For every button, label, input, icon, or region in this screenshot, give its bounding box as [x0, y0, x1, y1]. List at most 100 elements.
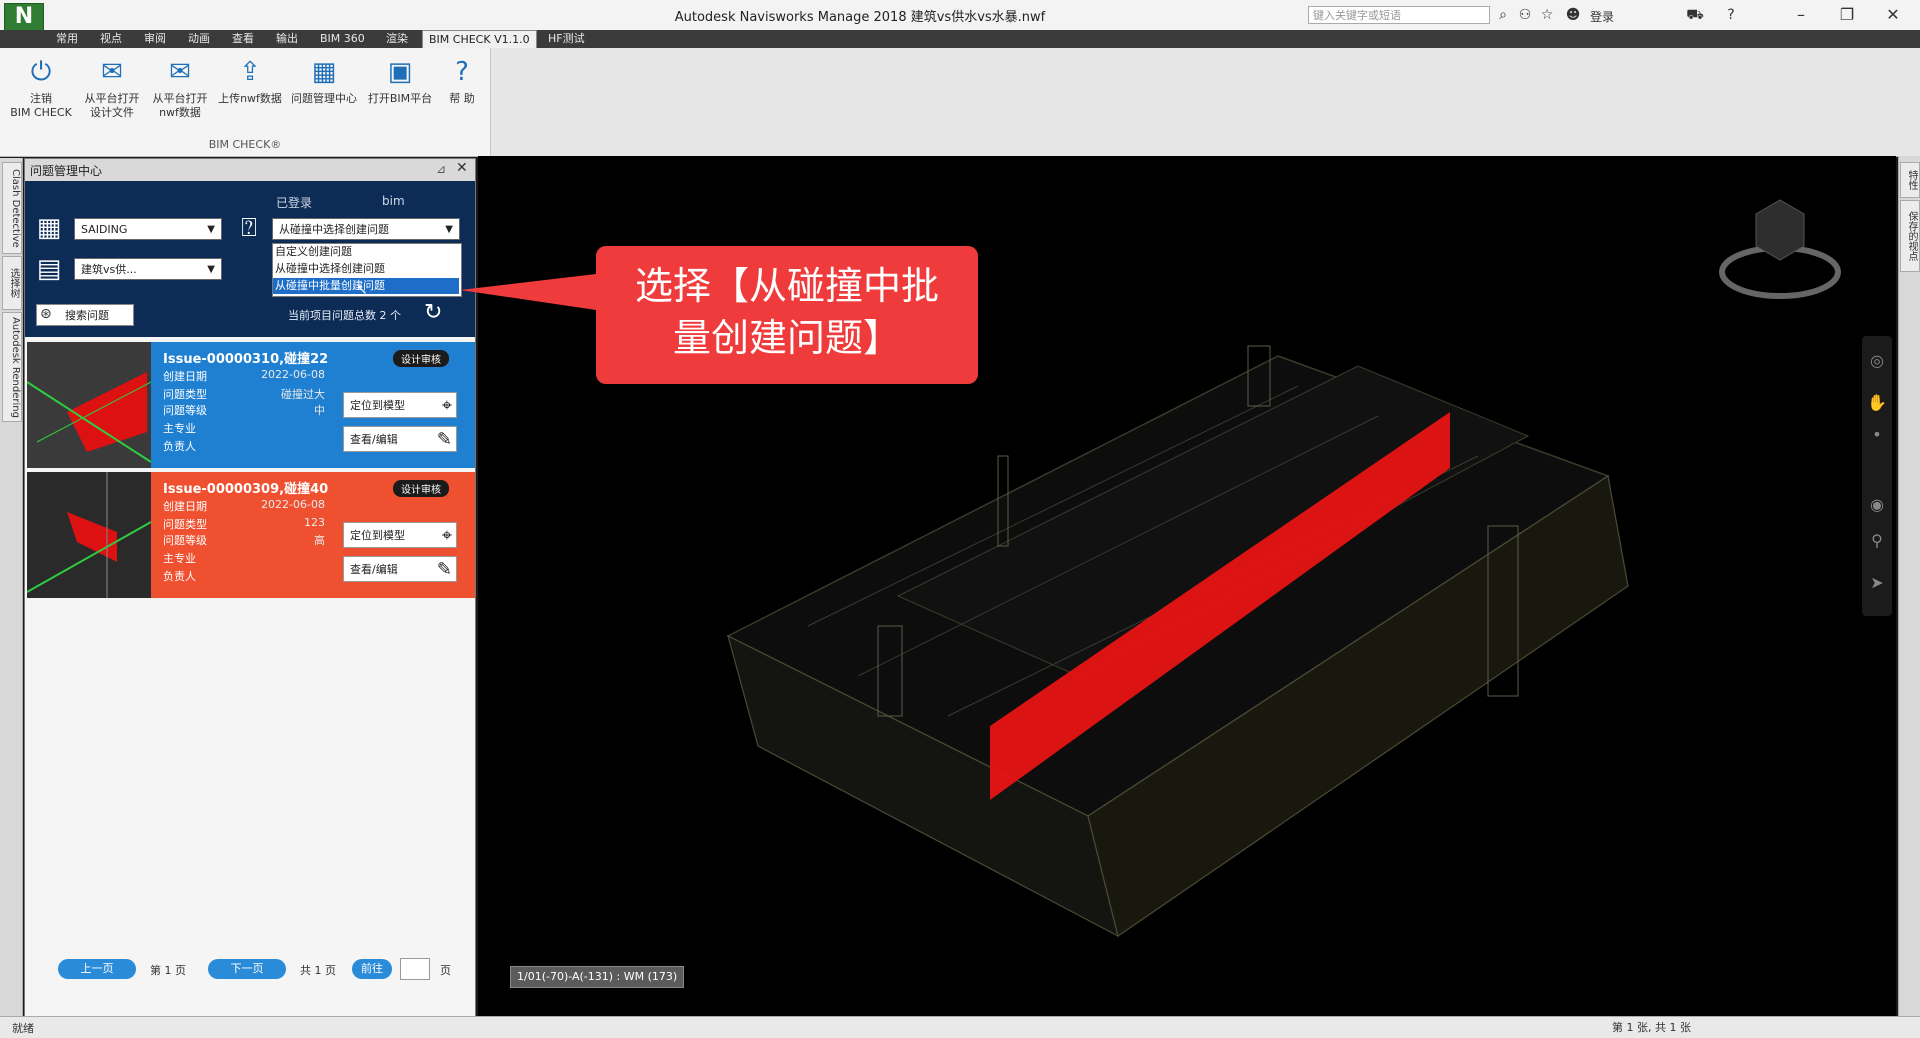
cart-icon[interactable]: ⛟	[1686, 6, 1704, 24]
open-nwf-icon: ✉	[169, 57, 191, 87]
locate-to-model-button[interactable]: 定位到模型 ⌖	[343, 392, 457, 418]
help-button[interactable]: ? 帮 助	[440, 52, 484, 132]
upload-nwf-button[interactable]: ⇪ 上传nwf数据	[214, 52, 286, 132]
issue-card[interactable]: Issue-00000310,碰撞22 设计审核 创建日期 2022-06-08…	[27, 342, 475, 468]
chevron-down-icon: ▼	[207, 224, 215, 235]
issue-thumbnail-graphic	[27, 472, 151, 598]
next-page-button[interactable]: 下一页	[208, 959, 286, 979]
prev-page-button[interactable]: 上一页	[58, 959, 136, 979]
locate-to-model-button[interactable]: 定位到模型 ⌖	[343, 522, 457, 548]
button-label: 从平台打开	[84, 92, 140, 105]
tab-autodesk-rendering[interactable]: Autodesk Rendering	[2, 312, 22, 422]
tab-viewpoint[interactable]: 视点	[94, 30, 128, 48]
refresh-icon[interactable]: ↻	[424, 300, 442, 325]
button-label: 从平台打开	[152, 92, 208, 105]
upload-nwf-icon: ⇪	[239, 57, 261, 87]
steering-wheel-icon[interactable]: ◎	[1866, 350, 1888, 372]
help-icon[interactable]: ?	[1722, 6, 1740, 24]
field-value: 2022-06-08	[261, 498, 325, 511]
search-input[interactable]: 键入关键字或短语	[1308, 6, 1490, 24]
search-icon: ⊛	[40, 306, 52, 322]
field-label: 问题类型	[163, 388, 207, 401]
ribbon-group-label: BIM CHECK®	[208, 138, 282, 151]
tab-bim360[interactable]: BIM 360	[314, 30, 371, 48]
binoculars-icon[interactable]: ⌕	[1494, 6, 1512, 24]
issue-center-button[interactable]: ▦ 问题管理中心	[286, 52, 362, 132]
close-button[interactable]: ✕	[1870, 0, 1916, 30]
button-label: 查看/编辑	[350, 433, 398, 446]
field-value: 2022-06-08	[261, 368, 325, 381]
issue-center-icon: ▦	[311, 57, 337, 87]
tab-saved-viewpoints[interactable]: 保存的视点	[1900, 200, 1920, 272]
user-icon[interactable]: ☻	[1564, 6, 1582, 24]
issue-total-count: 当前项目问题总数 2 个	[288, 309, 401, 322]
tab-common[interactable]: 常用	[50, 30, 84, 48]
button-label: 帮 助	[449, 92, 475, 105]
orbit-icon[interactable]: ◉	[1866, 494, 1888, 516]
dropdown-option-from-clash-select[interactable]: 从碰撞中选择创建问题	[273, 261, 459, 277]
sign-in-link[interactable]: 登录	[1590, 8, 1614, 25]
open-design-file-button[interactable]: ✉ 从平台打开 设计文件	[78, 52, 146, 132]
logged-in-label: 已登录	[276, 196, 313, 210]
dot-icon[interactable]: •	[1866, 424, 1888, 446]
model-select[interactable]: 建筑vs供... ▼	[74, 258, 222, 280]
tutorial-callout: 选择【从碰撞中批 量创建问题】	[596, 246, 978, 384]
button-label: 上传nwf数据	[218, 92, 282, 105]
coordinate-readout: 1/01(-70)-A(-131) : WM (173)	[510, 966, 685, 988]
sheet-count: 第 1 张, 共 1 张	[1612, 1021, 1691, 1034]
close-icon[interactable]: ✕	[456, 160, 468, 176]
button-label: nwf数据	[159, 106, 201, 119]
tab-clash-detective[interactable]: Clash Detective	[2, 162, 22, 254]
button-label: BIM CHECK	[10, 106, 72, 119]
panel-title: 问题管理中心	[30, 164, 103, 178]
button-label: 打开BIM平台	[367, 92, 433, 105]
tab-selection-tree[interactable]: 选择树	[2, 256, 22, 310]
tab-animation[interactable]: 动画	[182, 30, 216, 48]
page-suffix-label: 页	[440, 964, 451, 977]
status-text: 就绪	[12, 1022, 34, 1035]
window-title: Autodesk Navisworks Manage 2018 建筑vs供水vs…	[674, 10, 1046, 25]
edit-icon: ✎	[436, 429, 452, 450]
tab-hf-test[interactable]: HF测试	[542, 30, 591, 48]
issue-thumbnail-graphic	[27, 342, 151, 468]
logout-bim-check-button[interactable]: ⏻ 注销 BIM CHECK	[6, 52, 76, 132]
button-label: 注销	[30, 92, 52, 105]
view-edit-button[interactable]: 查看/编辑 ✎	[343, 426, 457, 452]
create-issue-select-value: 从碰撞中选择创建问题	[279, 223, 389, 236]
create-issue-select[interactable]: 从碰撞中选择创建问题 ▼	[272, 218, 460, 240]
total-pages-label: 共 1 页	[300, 964, 336, 977]
open-nwf-button[interactable]: ✉ 从平台打开 nwf数据	[146, 52, 214, 132]
power-icon: ⏻	[30, 57, 52, 87]
user-group-icon[interactable]: ⚇	[1516, 6, 1534, 24]
pan-hand-icon[interactable]: ✋	[1866, 392, 1888, 414]
right-dock-tabs	[1898, 156, 1920, 1016]
restore-button[interactable]: ❐	[1824, 0, 1870, 30]
tab-properties[interactable]: 特性	[1900, 162, 1920, 198]
tab-output[interactable]: 输出	[270, 30, 304, 48]
project-select[interactable]: SAIDING ▼	[74, 218, 222, 240]
page-number-input[interactable]	[400, 958, 430, 980]
issue-card[interactable]: Issue-00000309,碰撞40 设计审核 创建日期 2022-06-08…	[27, 472, 475, 598]
dropdown-option-custom[interactable]: 自定义创建问题	[273, 244, 459, 260]
edit-icon: ✎	[436, 559, 452, 580]
open-platform-button[interactable]: ▣ 打开BIM平台	[362, 52, 438, 132]
star-icon[interactable]: ☆	[1538, 6, 1556, 24]
app-logo[interactable]: N	[4, 3, 44, 31]
field-label: 问题等级	[163, 404, 207, 417]
username: bim	[382, 194, 405, 208]
walk-icon[interactable]: ⚲	[1866, 530, 1888, 552]
view-edit-button[interactable]: 查看/编辑 ✎	[343, 556, 457, 582]
tab-render[interactable]: 渲染	[380, 30, 414, 48]
select-cursor-icon[interactable]: ➤	[1866, 572, 1888, 594]
tab-view[interactable]: 查看	[226, 30, 260, 48]
tab-bim-check[interactable]: BIM CHECK V1.1.0	[422, 30, 537, 49]
go-to-page-button[interactable]: 前往	[352, 959, 392, 979]
callout-line: 量创建问题】	[672, 316, 901, 360]
tab-review[interactable]: 审阅	[138, 30, 172, 48]
open-design-file-icon: ✉	[101, 57, 123, 87]
field-label: 创建日期	[163, 370, 207, 383]
pin-icon[interactable]: ⊿	[436, 162, 446, 176]
minimize-button[interactable]: –	[1778, 0, 1824, 30]
issue-title: Issue-00000310,碰撞22	[163, 352, 329, 367]
field-label: 主专业	[163, 552, 196, 565]
